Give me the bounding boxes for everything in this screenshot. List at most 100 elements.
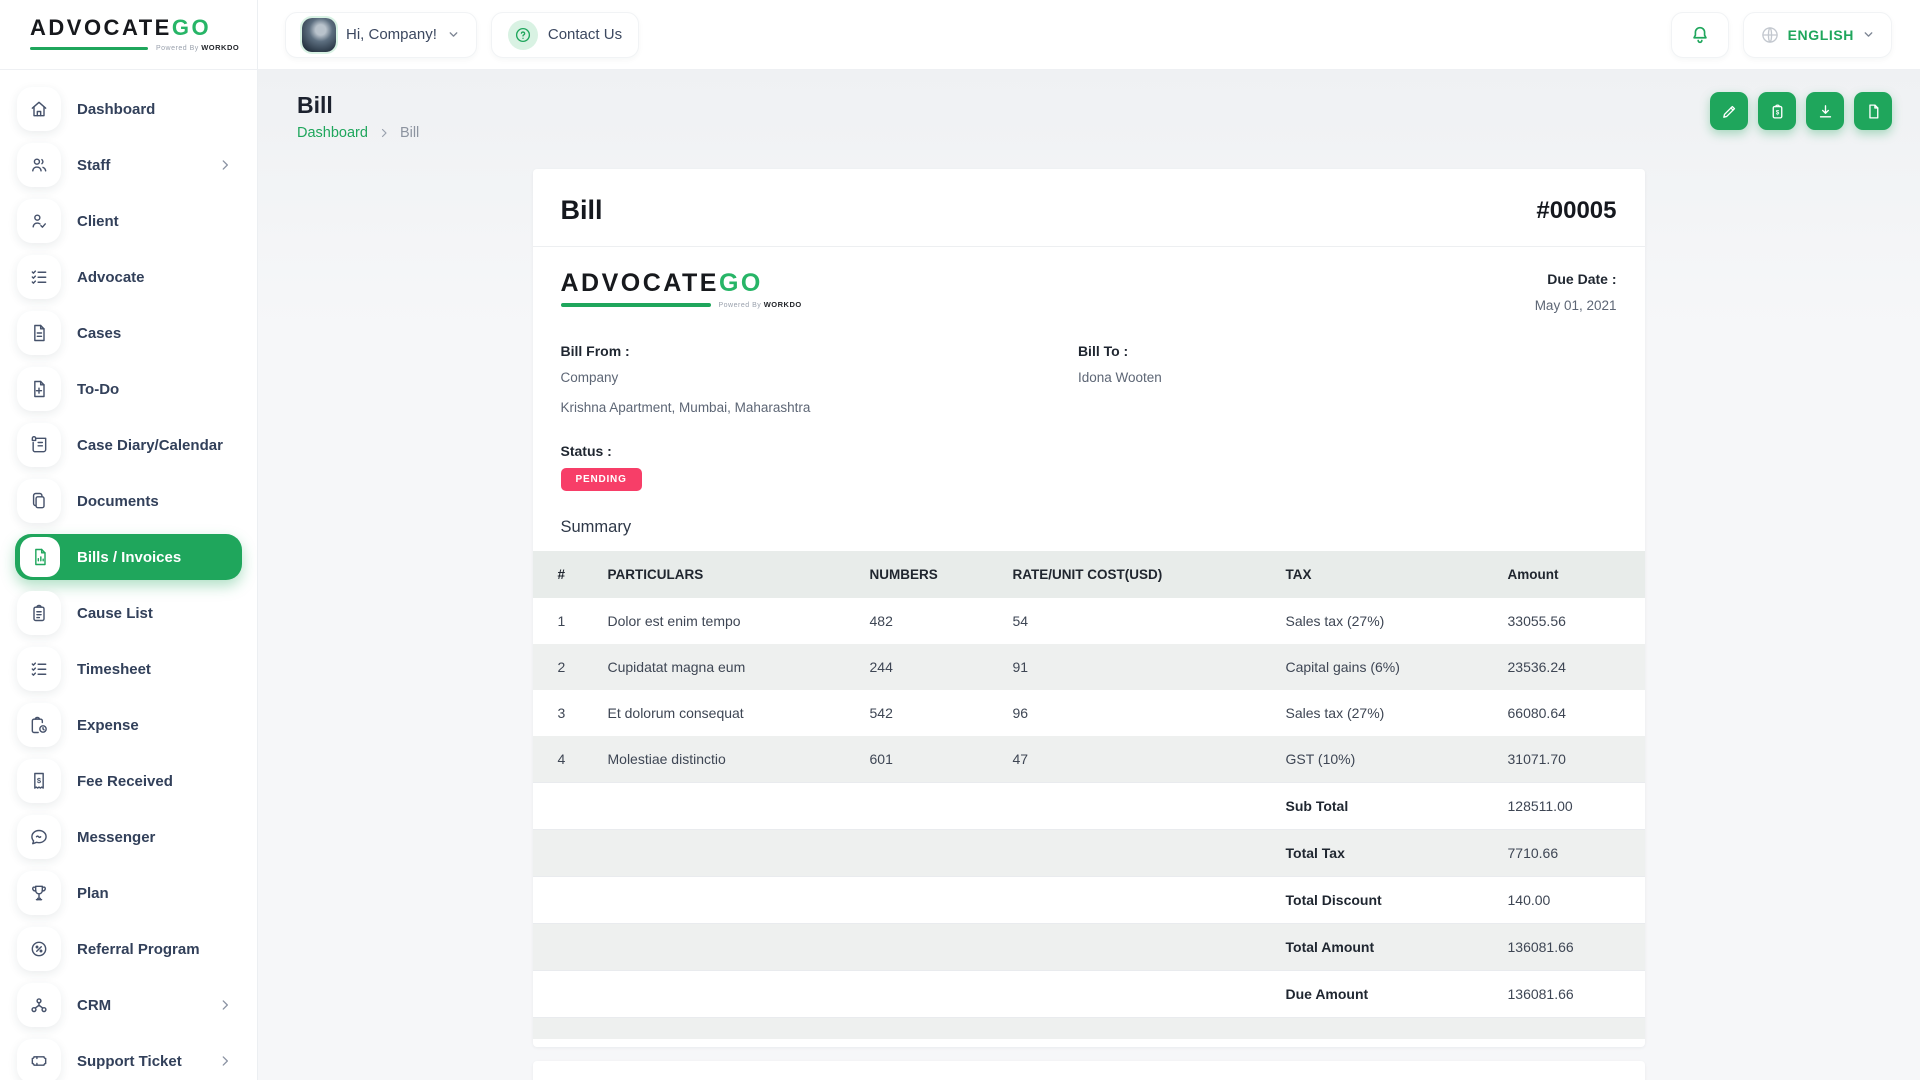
breadcrumb-dashboard-link[interactable]: Dashboard	[297, 125, 368, 141]
column-header: RATE/UNIT COST(USD)	[1003, 551, 1276, 598]
preview-bill-button[interactable]	[1854, 92, 1892, 130]
user-check-icon	[17, 199, 61, 243]
chevron-down-icon	[1862, 28, 1875, 41]
topbar: Hi, Company! Contact Us ENGLISH	[257, 0, 1920, 70]
language-label: ENGLISH	[1788, 27, 1854, 43]
greeting-label: Hi, Company!	[346, 26, 437, 43]
sidebar-item-timesheet[interactable]: Timesheet	[15, 646, 242, 692]
sidebar-item-plan[interactable]: Plan	[15, 870, 242, 916]
globe-icon	[1760, 25, 1780, 45]
chevron-right-icon	[218, 998, 232, 1012]
brand-powered-by: Powered By WORKDO	[719, 301, 802, 309]
clipboard-dollar-icon: $	[1769, 103, 1786, 120]
column-header: TAX	[1276, 551, 1498, 598]
copy-icon	[17, 479, 61, 523]
page-header: Bill Dashboard Bill $	[257, 70, 1920, 141]
pencil-icon	[1721, 103, 1738, 120]
language-selector[interactable]: ENGLISH	[1743, 12, 1892, 58]
bill-from-name: Company	[561, 368, 1078, 389]
table-row: 4Molestiae distinctio60147GST (10%)31071…	[533, 736, 1645, 783]
table-row: 2Cupidatat magna eum24491Capital gains (…	[533, 644, 1645, 690]
page-content: Bill Dashboard Bill $ Bill	[257, 70, 1920, 1080]
brand-suffix: GO	[172, 15, 211, 40]
chevron-down-icon	[447, 28, 460, 41]
sidebar-item-documents[interactable]: Documents	[15, 478, 242, 524]
bill-card: Bill #00005 ADVOCATEGO Powered By WORKDO…	[533, 169, 1645, 1047]
sidebar-item-case-diary[interactable]: Case Diary/Calendar	[15, 422, 242, 468]
total-row: Sub Total128511.00	[533, 782, 1645, 829]
checklist-icon	[17, 255, 61, 299]
total-row: Total Tax7710.66	[533, 829, 1645, 876]
download-bill-button[interactable]	[1806, 92, 1844, 130]
sidebar-item-advocate[interactable]: Advocate	[15, 254, 242, 300]
column-header: PARTICULARS	[598, 551, 860, 598]
summary-label: Summary	[533, 491, 1645, 551]
breadcrumb-current: Bill	[400, 125, 419, 141]
sidebar-item-messenger[interactable]: Messenger	[15, 814, 242, 860]
edit-bill-button[interactable]	[1710, 92, 1748, 130]
notifications-button[interactable]	[1671, 12, 1729, 58]
sidebar-item-dashboard[interactable]: Dashboard	[15, 86, 242, 132]
sidebar-item-cause-list[interactable]: Cause List	[15, 590, 242, 636]
contact-us-label: Contact Us	[548, 26, 622, 43]
bill-heading: Bill	[561, 195, 603, 226]
sidebar-item-fee-received[interactable]: $ Fee Received	[15, 758, 242, 804]
chat-icon	[17, 815, 61, 859]
sidebar-item-bills-invoices[interactable]: Bills / Invoices	[15, 534, 242, 580]
sidebar-item-client[interactable]: Client	[15, 198, 242, 244]
help-circle-icon	[508, 20, 538, 50]
table-header-row: # PARTICULARS NUMBERS RATE/UNIT COST(USD…	[533, 551, 1645, 598]
document-plus-icon	[17, 367, 61, 411]
payments-card: Payments	[533, 1061, 1645, 1080]
add-payment-button[interactable]: $	[1758, 92, 1796, 130]
due-date-value: May 01, 2021	[1535, 296, 1617, 317]
brand-logo[interactable]: ADVOCATEGO Powered By WORKDO	[0, 0, 257, 70]
bill-brand-logo: ADVOCATEGO Powered By WORKDO	[561, 271, 802, 317]
sidebar: ADVOCATEGO Powered By WORKDO Dashboard S…	[0, 0, 257, 1080]
sidebar-item-todo[interactable]: To-Do	[15, 366, 242, 412]
invoice-icon	[20, 537, 60, 577]
ticket-icon	[17, 1039, 61, 1080]
clipboard-clock-icon	[17, 703, 61, 747]
svg-text:$: $	[37, 776, 42, 785]
bill-from-address: Krishna Apartment, Mumbai, Maharashtra	[561, 398, 1078, 419]
bill-from-label: Bill From :	[561, 343, 1078, 359]
column-header: #	[533, 551, 598, 598]
summary-table: # PARTICULARS NUMBERS RATE/UNIT COST(USD…	[533, 551, 1645, 1040]
sidebar-item-cases[interactable]: Cases	[15, 310, 242, 356]
bill-number: #00005	[1536, 197, 1616, 225]
home-icon	[17, 87, 61, 131]
sidebar-item-referral-program[interactable]: Referral Program	[15, 926, 242, 972]
badge-percent-icon	[17, 927, 61, 971]
sidebar-item-support-ticket[interactable]: Support Ticket	[15, 1038, 242, 1080]
trophy-icon	[17, 871, 61, 915]
breadcrumb: Dashboard Bill	[297, 125, 419, 141]
page-actions: $	[1710, 92, 1892, 130]
app-root: ADVOCATEGO Powered By WORKDO Dashboard S…	[0, 0, 1920, 1080]
users-icon	[17, 143, 61, 187]
status-badge: PENDING	[561, 468, 642, 491]
sidebar-item-crm[interactable]: CRM	[15, 982, 242, 1028]
column-header: Amount	[1498, 551, 1645, 598]
table-empty-row	[533, 1017, 1645, 1039]
bill-to-name: Idona Wooten	[1078, 368, 1162, 389]
receipt-dollar-icon: $	[17, 759, 61, 803]
total-row: Total Amount136081.66	[533, 923, 1645, 970]
status-label: Status :	[561, 443, 1617, 459]
table-row: 1Dolor est enim tempo48254Sales tax (27%…	[533, 598, 1645, 644]
main-area: Hi, Company! Contact Us ENGLISH	[257, 0, 1920, 1080]
sidebar-item-expense[interactable]: Expense	[15, 702, 242, 748]
chevron-right-icon	[378, 127, 390, 139]
task-list-icon	[17, 647, 61, 691]
file-icon	[1865, 103, 1882, 120]
brand-powered-by: Powered By WORKDO	[156, 44, 239, 52]
contact-us-button[interactable]: Contact Us	[491, 12, 639, 58]
brand-underline	[561, 303, 711, 307]
sidebar-item-staff[interactable]: Staff	[15, 142, 242, 188]
page-title: Bill	[297, 92, 419, 119]
user-menu[interactable]: Hi, Company!	[285, 12, 477, 58]
svg-text:$: $	[1775, 110, 1779, 116]
document-icon	[17, 311, 61, 355]
table-row: 3Et dolorum consequat54296Sales tax (27%…	[533, 690, 1645, 736]
avatar	[302, 18, 336, 52]
